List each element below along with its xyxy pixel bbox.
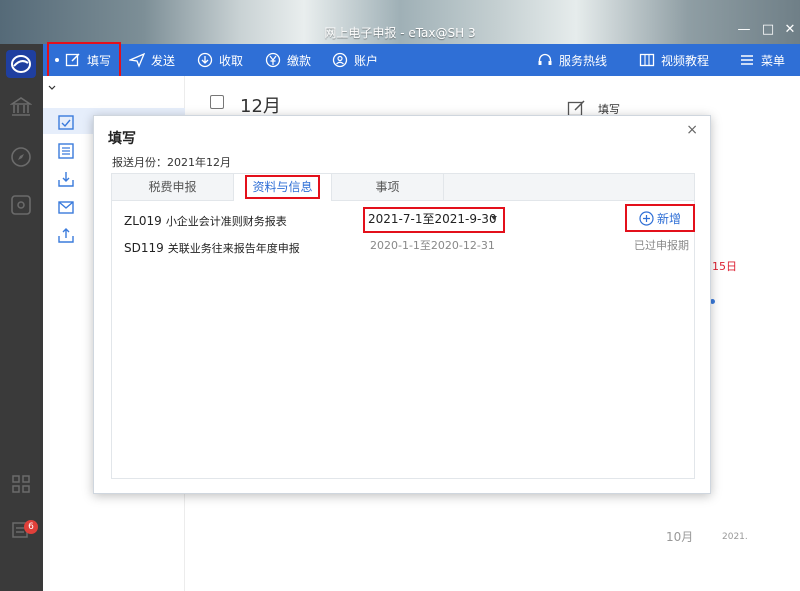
video-icon bbox=[639, 53, 655, 67]
calendar-icon bbox=[210, 95, 224, 109]
account-button[interactable]: 账户 bbox=[332, 44, 378, 76]
day-marker: 15日 bbox=[712, 260, 737, 273]
maximize-button[interactable]: □ bbox=[760, 22, 776, 38]
at-icon[interactable] bbox=[7, 194, 35, 222]
yen-icon bbox=[265, 52, 281, 68]
edit-icon bbox=[65, 53, 80, 67]
dialog-tabs: 税费申报 资料与信息 事项 bbox=[111, 173, 695, 201]
active-dot-icon bbox=[55, 58, 59, 62]
pay-label: 缴款 bbox=[287, 53, 312, 68]
upload-icon[interactable] bbox=[57, 226, 75, 244]
form-name: 小企业会计准则财务报表 bbox=[165, 215, 287, 228]
form-code: ZL019 bbox=[124, 214, 162, 228]
video-tutorial-label: 视频教程 bbox=[661, 53, 710, 68]
title-bar: 网上电子申报 - eTax@SH 3 — □ ✕ bbox=[0, 0, 800, 44]
list-doc-icon[interactable] bbox=[57, 142, 75, 160]
fill-dialog: 填写 × 报送月份：2021年12月 税费申报 资料与信息 事项 ZL019 小企… bbox=[93, 115, 711, 494]
list-item[interactable]: ZL019 小企业会计准则财务报表 bbox=[124, 213, 287, 229]
notification-badge: 6 bbox=[24, 520, 38, 534]
plus-circle-icon bbox=[639, 210, 654, 226]
inbox-download-icon[interactable] bbox=[57, 170, 75, 188]
list-item[interactable]: SD119 关联业务往来报告年度申报 bbox=[124, 240, 300, 256]
user-icon bbox=[332, 52, 348, 68]
add-new-button[interactable]: 新增 bbox=[625, 204, 695, 232]
period-text: 2020-1-1至2020-12-31 bbox=[370, 239, 495, 252]
form-name: 关联业务往来报告年度申报 bbox=[167, 242, 300, 255]
hotline-button[interactable]: 服务热线 bbox=[537, 44, 607, 76]
fill-label: 填写 bbox=[87, 53, 112, 68]
pay-button[interactable]: 缴款 bbox=[265, 44, 311, 76]
month-marker: 10月 bbox=[666, 530, 694, 544]
app-sidebar: 6 bbox=[0, 44, 43, 591]
period-select[interactable]: 2021-7-1至2021-9-30 bbox=[363, 207, 505, 233]
chevron-down-icon bbox=[491, 216, 497, 220]
etax-logo-icon bbox=[6, 50, 36, 78]
send-label: 发送 bbox=[151, 53, 176, 68]
receive-label: 收取 bbox=[219, 53, 244, 68]
receive-button[interactable]: 收取 bbox=[197, 44, 243, 76]
checklist-icon[interactable] bbox=[57, 113, 75, 131]
send-icon bbox=[129, 52, 145, 68]
account-label: 账户 bbox=[354, 53, 379, 68]
download-icon bbox=[197, 52, 213, 68]
tab-materials-info-label: 资料与信息 bbox=[245, 175, 320, 199]
bank-icon[interactable] bbox=[7, 96, 35, 124]
dialog-close-button[interactable]: × bbox=[686, 122, 698, 138]
form-code: SD119 bbox=[124, 241, 164, 255]
report-month-label: 报送月份：2021年12月 bbox=[112, 156, 231, 169]
video-tutorial-button[interactable]: 视频教程 bbox=[639, 44, 709, 76]
tab-content: ZL019 小企业会计准则财务报表 2021-7-1至2021-9-30 新增 S… bbox=[111, 201, 695, 479]
fill-button[interactable]: 填写 bbox=[47, 42, 121, 78]
tab-matters[interactable]: 事项 bbox=[332, 174, 444, 201]
hotline-label: 服务热线 bbox=[559, 53, 608, 68]
menu-icon bbox=[741, 55, 753, 65]
tab-materials-info[interactable]: 资料与信息 bbox=[234, 174, 332, 201]
status-text: 已过申报期 bbox=[634, 239, 689, 252]
main-toolbar: 填写 发送 收取 缴款 账户 服务热线 视频教程 菜单 bbox=[43, 42, 800, 78]
grid-icon[interactable] bbox=[7, 474, 35, 502]
tab-tax-declaration[interactable]: 税费申报 bbox=[112, 174, 234, 201]
send-button[interactable]: 发送 bbox=[129, 44, 175, 76]
window-title: 网上电子申报 - eTax@SH 3 bbox=[324, 26, 476, 40]
period-select-value: 2021-7-1至2021-9-30 bbox=[368, 212, 497, 226]
menu-label: 菜单 bbox=[761, 53, 786, 68]
year-marker: 2021. bbox=[722, 532, 748, 542]
minimize-button[interactable]: — bbox=[736, 22, 752, 38]
mail-icon[interactable] bbox=[57, 198, 75, 216]
collapse-chevron-icon[interactable] bbox=[47, 82, 57, 96]
compass-icon[interactable] bbox=[7, 146, 35, 174]
close-window-button[interactable]: ✕ bbox=[782, 22, 798, 38]
dialog-title: 填写 bbox=[108, 131, 136, 147]
menu-button[interactable]: 菜单 bbox=[739, 44, 785, 76]
add-new-label: 新增 bbox=[656, 211, 681, 226]
headset-icon bbox=[538, 53, 552, 65]
